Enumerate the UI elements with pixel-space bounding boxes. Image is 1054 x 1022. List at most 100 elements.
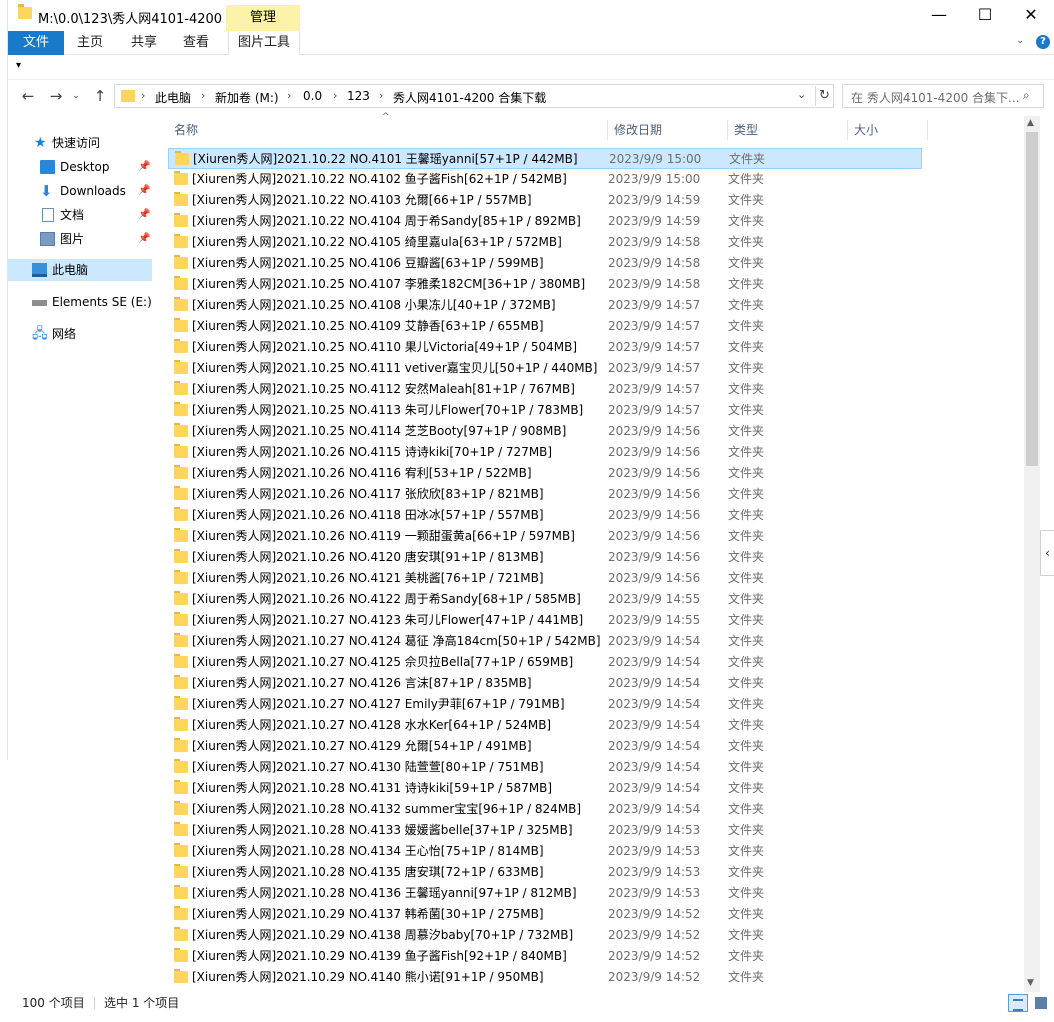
file-type: 文件夹 (728, 886, 765, 900)
recent-locations-icon[interactable]: ⌄ (70, 86, 82, 106)
table-row[interactable]: [Xiuren秀人网]2021.10.25 NO.4108 小果冻儿[40+1P… (168, 295, 922, 316)
nav-item-documents[interactable]: 文档 📌 (8, 204, 152, 226)
nav-this-pc[interactable]: 此电脑 (8, 259, 152, 281)
table-row[interactable]: [Xiuren秀人网]2021.10.28 NO.4135 唐安琪[72+1P … (168, 862, 922, 883)
customize-toolbar-icon[interactable]: ▾ (16, 60, 21, 71)
maximize-button[interactable]: ☐ (962, 0, 1008, 30)
address-dropdown-icon[interactable]: ⌄ (797, 88, 806, 101)
up-arrow-icon[interactable]: ↑ (90, 86, 110, 106)
file-date: 2023/9/9 14:56 (608, 529, 701, 543)
table-row[interactable]: [Xiuren秀人网]2021.10.27 NO.4126 言沫[87+1P /… (168, 673, 922, 694)
table-row[interactable]: [Xiuren秀人网]2021.10.29 NO.4137 韩希菌[30+1P … (168, 904, 922, 925)
table-row[interactable]: [Xiuren秀人网]2021.10.28 NO.4131 诗诗kiki[59+… (168, 778, 922, 799)
search-input[interactable]: 在 秀人网4101-4200 合集下... ⌕ (842, 84, 1044, 108)
table-row[interactable]: [Xiuren秀人网]2021.10.28 NO.4136 王馨瑶yanni[9… (168, 883, 922, 904)
breadcrumb-current[interactable]: 秀人网4101-4200 合集下载 (393, 89, 546, 106)
details-view-icon[interactable] (1008, 994, 1028, 1012)
help-icon[interactable]: ? (1036, 35, 1050, 49)
table-row[interactable]: [Xiuren秀人网]2021.10.27 NO.4125 佘贝拉Bella[7… (168, 652, 922, 673)
table-row[interactable]: [Xiuren秀人网]2021.10.26 NO.4122 周于希Sandy[6… (168, 589, 922, 610)
breadcrumb-separator-icon[interactable]: › (379, 89, 383, 102)
nav-drive-e[interactable]: Elements SE (E:) (8, 291, 152, 313)
table-row[interactable]: [Xiuren秀人网]2021.10.26 NO.4115 诗诗kiki[70+… (168, 442, 922, 463)
table-row[interactable]: [Xiuren秀人网]2021.10.26 NO.4119 一颗甜蛋黄a[66+… (168, 526, 922, 547)
nav-quick-access[interactable]: ★ 快速访问 (8, 132, 152, 154)
table-row[interactable]: [Xiuren秀人网]2021.10.26 NO.4116 宥利[53+1P /… (168, 463, 922, 484)
breadcrumb-separator-icon[interactable]: › (333, 89, 337, 102)
column-name[interactable]: 名称 (168, 120, 608, 140)
table-row[interactable]: [Xiuren秀人网]2021.10.25 NO.4109 艾静香[63+1P … (168, 316, 922, 337)
close-button[interactable]: ✕ (1008, 0, 1054, 30)
table-row[interactable]: [Xiuren秀人网]2021.10.22 NO.4102 鱼子酱Fish[62… (168, 169, 922, 190)
tab-share[interactable]: 共享 (122, 31, 166, 55)
refresh-icon[interactable]: ↻ (815, 86, 833, 106)
tab-home[interactable]: 主页 (68, 31, 112, 55)
table-row[interactable]: [Xiuren秀人网]2021.10.22 NO.4104 周于希Sandy[8… (168, 211, 922, 232)
tab-picture-tools[interactable]: 图片工具 (228, 31, 300, 55)
column-type[interactable]: 类型 (728, 120, 848, 140)
table-row[interactable]: [Xiuren秀人网]2021.10.27 NO.4128 水水Ker[64+1… (168, 715, 922, 736)
manage-context-tab[interactable]: 管理 (226, 5, 300, 31)
forward-arrow-icon[interactable]: → (46, 86, 66, 106)
scrollbar-thumb[interactable] (1026, 132, 1038, 466)
minimize-button[interactable]: — (916, 0, 962, 30)
search-icon[interactable]: ⌕ (1023, 88, 1030, 103)
pin-icon[interactable]: 📌 (138, 180, 150, 202)
file-name: [Xiuren秀人网]2021.10.26 NO.4120 唐安琪[91+1P … (192, 550, 544, 564)
table-row[interactable]: [Xiuren秀人网]2021.10.22 NO.4101 王馨瑶yanni[5… (168, 148, 922, 169)
breadcrumb-folder-123[interactable]: 123 (347, 89, 370, 103)
breadcrumb-drive[interactable]: 新加卷 (M:) (215, 89, 279, 106)
table-row[interactable]: [Xiuren秀人网]2021.10.25 NO.4114 芝芝Booty[97… (168, 421, 922, 442)
nav-item-downloads[interactable]: ⬇ Downloads 📌 (8, 180, 152, 202)
column-size[interactable]: 大小 (848, 120, 928, 140)
nav-item-pictures[interactable]: 图片 📌 (8, 228, 152, 250)
pin-icon[interactable]: 📌 (138, 228, 150, 250)
tab-file[interactable]: 文件 (8, 31, 64, 55)
title-bar[interactable]: M:\0.0\123\秀人网4101-4200 合集下载 管理 — ☐ ✕ (8, 0, 1054, 32)
table-row[interactable]: [Xiuren秀人网]2021.10.25 NO.4113 朱可儿Flower[… (168, 400, 922, 421)
table-row[interactable]: [Xiuren秀人网]2021.10.29 NO.4139 鱼子酱Fish[92… (168, 946, 922, 967)
table-row[interactable]: [Xiuren秀人网]2021.10.26 NO.4120 唐安琪[91+1P … (168, 547, 922, 568)
table-row[interactable]: [Xiuren秀人网]2021.10.25 NO.4112 安然Maleah[8… (168, 379, 922, 400)
file-date: 2023/9/9 14:54 (608, 718, 701, 732)
column-date-modified[interactable]: 修改日期 (608, 120, 728, 140)
table-row[interactable]: [Xiuren秀人网]2021.10.29 NO.4138 周慕汐baby[70… (168, 925, 922, 946)
breadcrumb-separator-icon[interactable]: › (141, 89, 145, 102)
table-row[interactable]: [Xiuren秀人网]2021.10.28 NO.4133 媛媛酱belle[3… (168, 820, 922, 841)
table-row[interactable]: [Xiuren秀人网]2021.10.29 NO.4140 熊小诺[91+1P … (168, 967, 922, 988)
pin-icon[interactable]: 📌 (138, 204, 150, 226)
table-row[interactable]: [Xiuren秀人网]2021.10.22 NO.4103 允爾[66+1P /… (168, 190, 922, 211)
table-row[interactable]: [Xiuren秀人网]2021.10.26 NO.4121 美桃酱[76+1P … (168, 568, 922, 589)
table-row[interactable]: [Xiuren秀人网]2021.10.25 NO.4107 李雅柔182CM[3… (168, 274, 922, 295)
breadcrumb-separator-icon[interactable]: › (287, 89, 291, 102)
large-icons-view-icon[interactable] (1032, 994, 1050, 1012)
breadcrumb-this-pc[interactable]: 此电脑 (155, 89, 191, 106)
nav-network[interactable]: 🖧 网络 (8, 323, 152, 345)
table-row[interactable]: [Xiuren秀人网]2021.10.27 NO.4127 Emily尹菲[67… (168, 694, 922, 715)
file-explorer-window: M:\0.0\123\秀人网4101-4200 合集下载 管理 — ☐ ✕ 文件… (8, 0, 1054, 1022)
table-row[interactable]: [Xiuren秀人网]2021.10.25 NO.4111 vetiver嘉宝贝… (168, 358, 922, 379)
chevron-left-icon[interactable]: ‹ (1040, 530, 1054, 576)
back-arrow-icon[interactable]: ← (18, 86, 38, 106)
table-row[interactable]: [Xiuren秀人网]2021.10.27 NO.4123 朱可儿Flower[… (168, 610, 922, 631)
address-bar[interactable]: › 此电脑 › 新加卷 (M:) › 0.0 › 123 › 秀人网4101-4… (114, 84, 834, 108)
breadcrumb-folder-0[interactable]: 0.0 (303, 89, 322, 103)
table-row[interactable]: [Xiuren秀人网]2021.10.26 NO.4118 田冰冰[57+1P … (168, 505, 922, 526)
table-row[interactable]: [Xiuren秀人网]2021.10.25 NO.4106 豆瓣酱[63+1P … (168, 253, 922, 274)
vertical-scrollbar[interactable]: ▲ ▼ (1024, 116, 1040, 992)
table-row[interactable]: [Xiuren秀人网]2021.10.22 NO.4105 绮里嘉ula[63+… (168, 232, 922, 253)
chevron-down-icon[interactable]: ⌄ (1016, 35, 1024, 46)
table-row[interactable]: [Xiuren秀人网]2021.10.28 NO.4132 summer宝宝[9… (168, 799, 922, 820)
scroll-down-icon[interactable]: ▼ (1027, 978, 1034, 988)
nav-item-desktop[interactable]: Desktop 📌 (8, 156, 152, 178)
table-row[interactable]: [Xiuren秀人网]2021.10.27 NO.4130 陆萱萱[80+1P … (168, 757, 922, 778)
table-row[interactable]: [Xiuren秀人网]2021.10.26 NO.4117 张欣欣[83+1P … (168, 484, 922, 505)
scroll-up-icon[interactable]: ▲ (1027, 118, 1034, 128)
table-row[interactable]: [Xiuren秀人网]2021.10.27 NO.4129 允爾[54+1P /… (168, 736, 922, 757)
table-row[interactable]: [Xiuren秀人网]2021.10.25 NO.4110 果儿Victoria… (168, 337, 922, 358)
table-row[interactable]: [Xiuren秀人网]2021.10.27 NO.4124 葛征 净高184cm… (168, 631, 922, 652)
breadcrumb-separator-icon[interactable]: › (201, 89, 205, 102)
table-row[interactable]: [Xiuren秀人网]2021.10.28 NO.4134 王心怡[75+1P … (168, 841, 922, 862)
pin-icon[interactable]: 📌 (138, 156, 150, 178)
tab-view[interactable]: 查看 (174, 31, 218, 55)
